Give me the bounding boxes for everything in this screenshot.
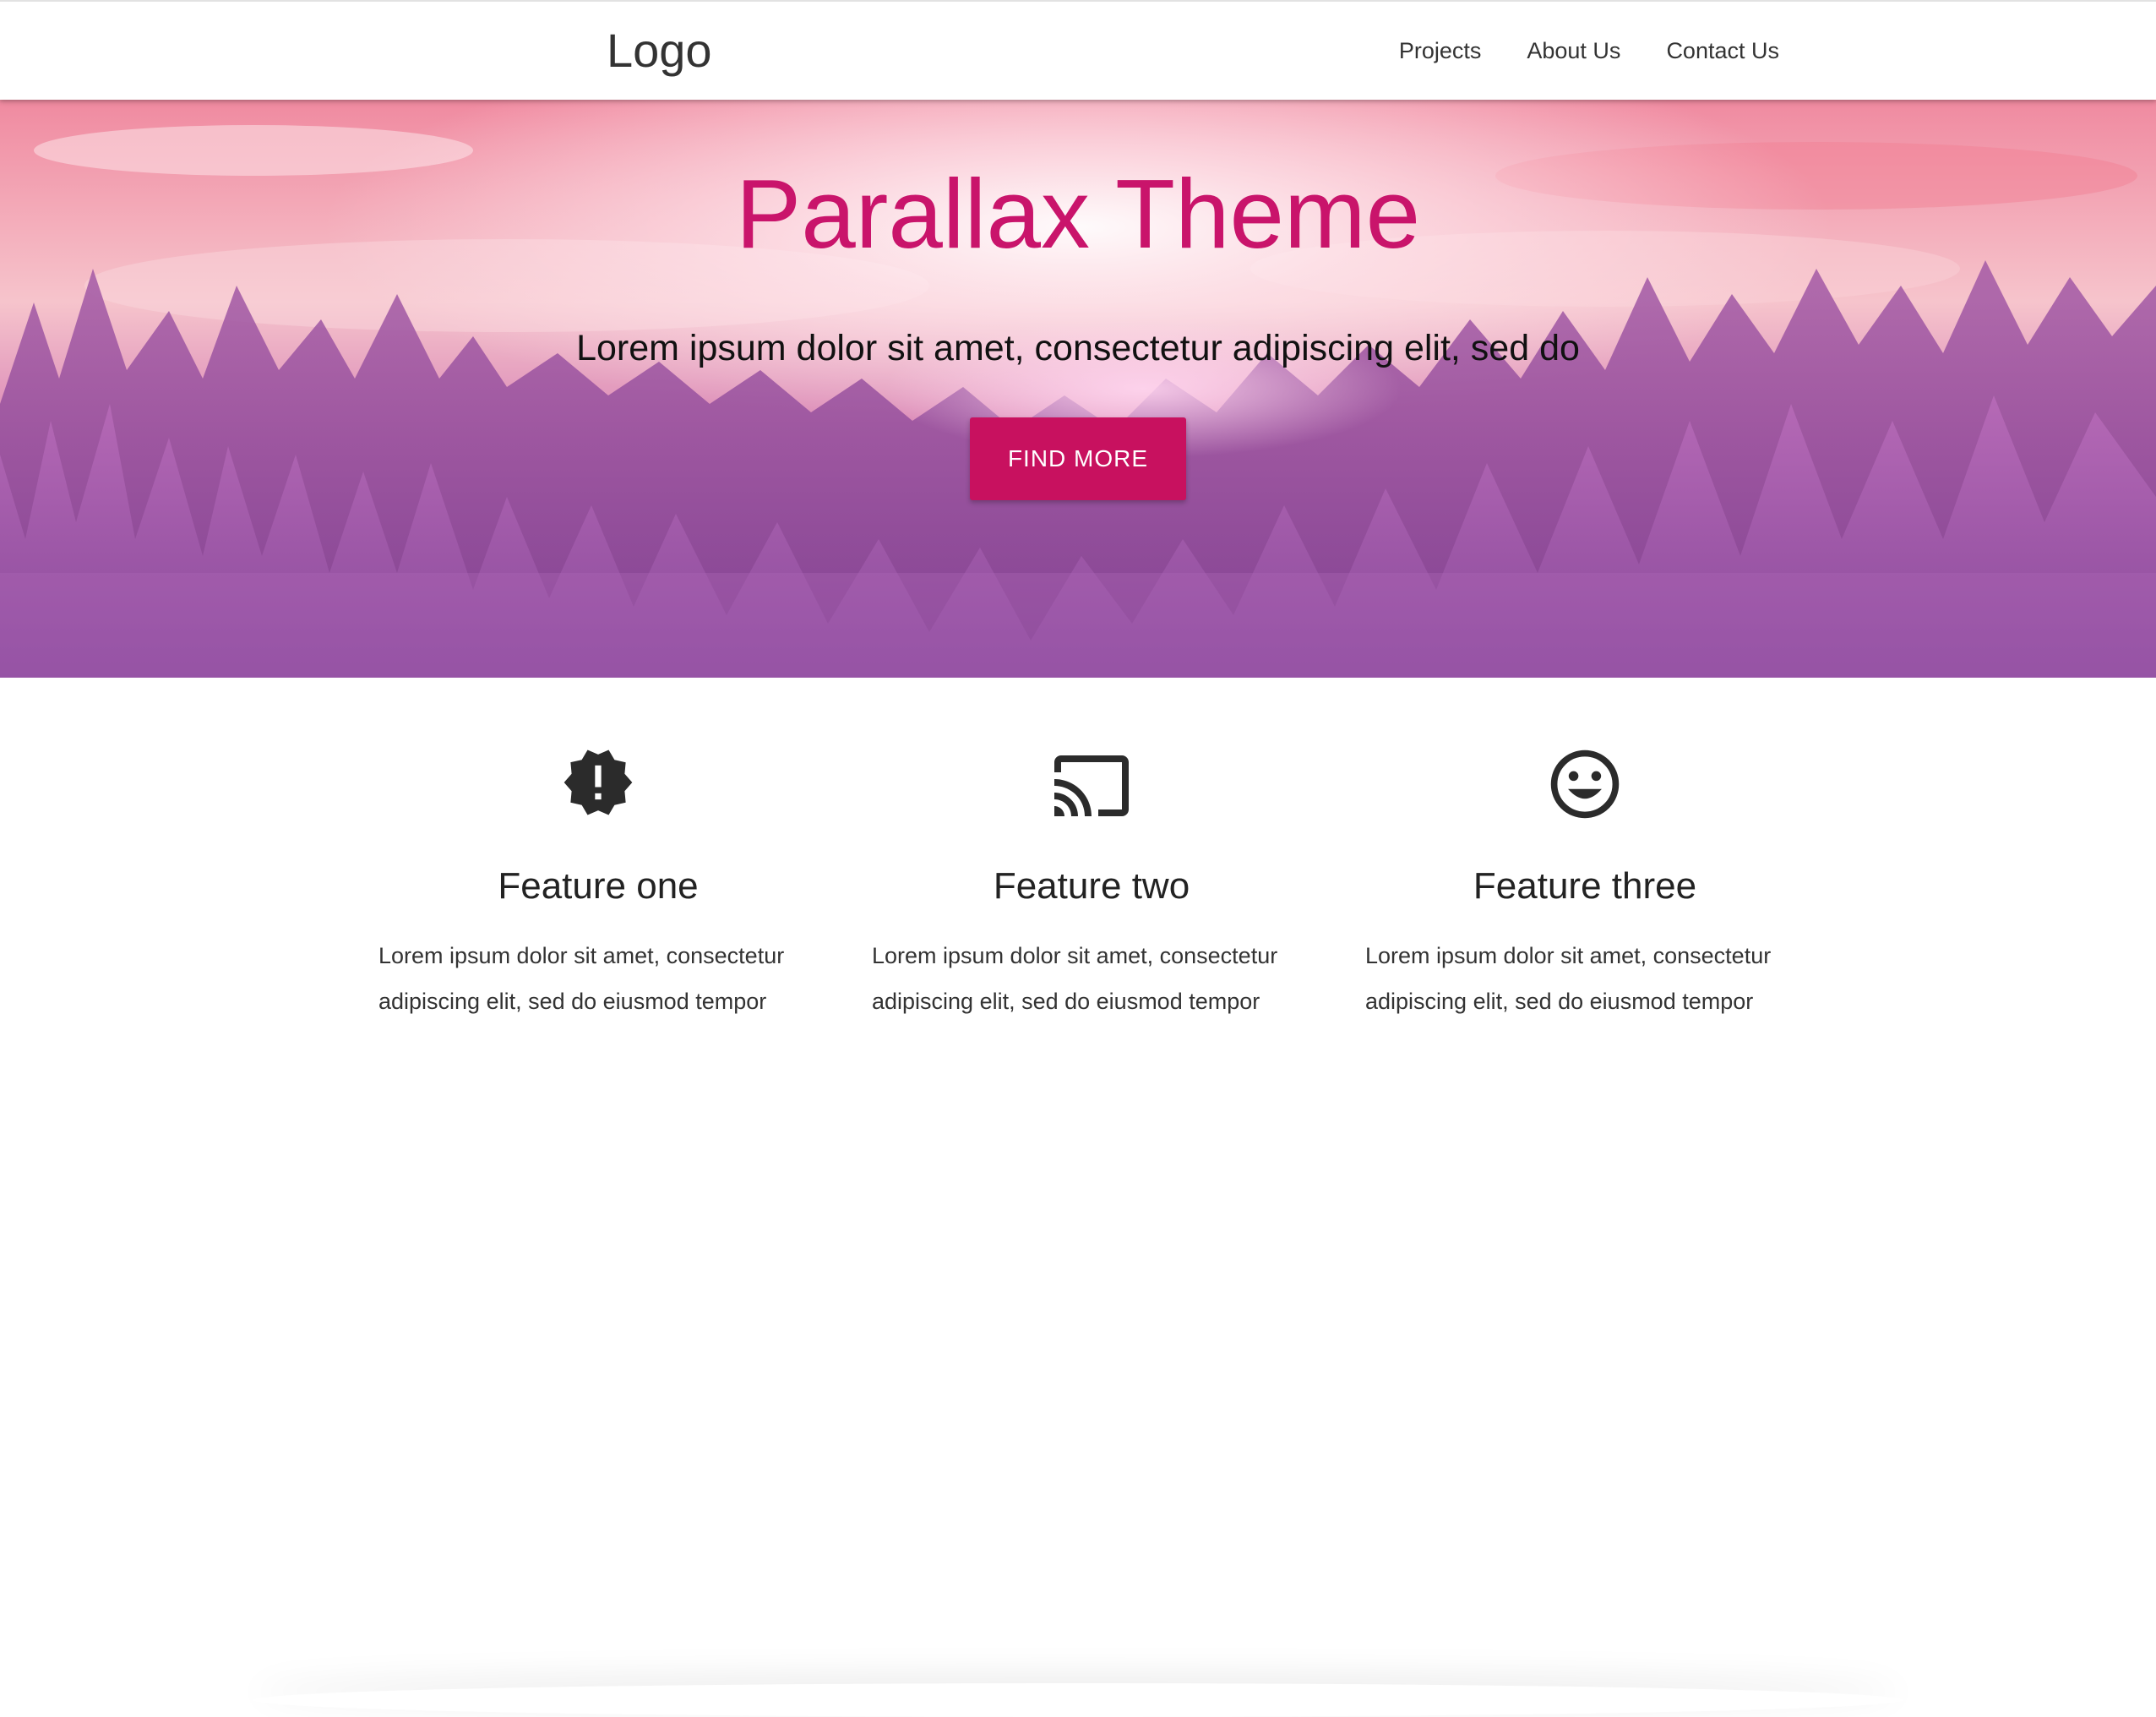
feature-title: Feature three <box>1473 865 1697 907</box>
navbar: Logo Projects About Us Contact Us <box>0 0 2156 100</box>
feature-text: Lorem ipsum dolor sit amet, consectetur … <box>378 943 785 1014</box>
feature-text: Lorem ipsum dolor sit amet, consectetur … <box>872 943 1278 1014</box>
smiley-face-icon <box>1365 745 1805 830</box>
feature-title: Feature two <box>993 865 1190 907</box>
cast-icon <box>872 745 1311 830</box>
logo[interactable]: Logo <box>607 20 712 81</box>
hero-title: Parallax Theme <box>735 159 1421 269</box>
card-shadow <box>253 1683 1903 1717</box>
nav-links: Projects About Us Contact Us <box>1399 2 1779 100</box>
feature-title: Feature one <box>498 865 699 907</box>
nav-link-projects[interactable]: Projects <box>1399 38 1482 64</box>
nav-link-about-us[interactable]: About Us <box>1527 38 1620 64</box>
hero-section: Parallax Theme Lorem ipsum dolor sit ame… <box>0 100 2156 678</box>
new-releases-icon <box>378 745 818 830</box>
nav-link-contact-us[interactable]: Contact Us <box>1666 38 1779 64</box>
features-section: Feature one Lorem ipsum dolor sit amet, … <box>0 678 2156 1014</box>
hero-subtitle: Lorem ipsum dolor sit amet, consectetur … <box>576 328 1580 368</box>
find-more-button[interactable]: FIND MORE <box>970 417 1186 500</box>
feature-text: Lorem ipsum dolor sit amet, consectetur … <box>1365 943 1772 1014</box>
